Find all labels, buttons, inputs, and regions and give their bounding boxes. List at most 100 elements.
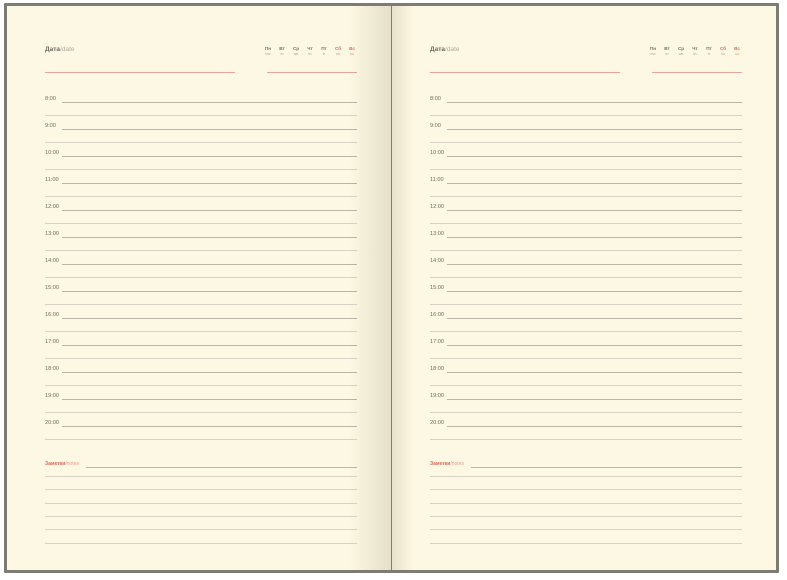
weekday-en: th	[693, 52, 697, 56]
time-label: 8:00	[45, 96, 56, 102]
time-slot-line	[447, 183, 742, 184]
date-label: Дата/date	[430, 46, 460, 53]
time-slot-line	[62, 156, 357, 157]
time-slot[interactable]: 20:00	[45, 418, 357, 440]
time-slot[interactable]: 16:00	[430, 310, 742, 332]
time-label: 12:00	[430, 204, 444, 210]
weekday-fr[interactable]: Пт fr	[319, 46, 329, 57]
notes-line[interactable]	[430, 476, 742, 477]
notes-label-ru: Заметки	[45, 461, 66, 467]
weekday-we[interactable]: Ср we	[676, 46, 686, 57]
weekday-th[interactable]: Чт th	[690, 46, 700, 57]
time-slot[interactable]: 11:00	[45, 175, 357, 197]
weekday-selector: Пн mo Вт tu Ср we Чт th Пт fr Сб sa Вс su	[263, 46, 357, 57]
time-slot-subline	[430, 385, 742, 386]
time-slot-line	[447, 426, 742, 427]
time-slot[interactable]: 19:00	[430, 391, 742, 413]
notes-line[interactable]	[45, 529, 357, 531]
time-label: 9:00	[45, 123, 56, 129]
time-slot[interactable]: 8:00	[430, 94, 742, 116]
time-label: 9:00	[430, 123, 441, 129]
weekday-ru: Сб	[334, 46, 342, 51]
weekday-ru: Вс	[734, 46, 740, 51]
date-field-line[interactable]	[430, 72, 620, 73]
weekday-tu[interactable]: Вт tu	[277, 46, 287, 57]
time-slot-line	[62, 210, 357, 211]
weekday-sa[interactable]: Сб sa	[333, 46, 343, 57]
time-slot-subline	[45, 223, 357, 224]
time-label: 15:00	[430, 285, 444, 291]
notes-line[interactable]	[45, 515, 357, 517]
time-slot[interactable]: 17:00	[45, 337, 357, 359]
time-slot-line	[62, 399, 357, 400]
weekday-en: mo	[650, 52, 656, 56]
weekday-field-line[interactable]	[652, 72, 742, 73]
time-slot[interactable]: 20:00	[430, 418, 742, 440]
time-slot[interactable]: 16:00	[45, 310, 357, 332]
weekday-ru: Вс	[349, 46, 355, 51]
time-slot[interactable]: 15:00	[430, 283, 742, 305]
notes-line[interactable]	[430, 515, 742, 517]
time-slot-subline	[45, 331, 357, 332]
date-field-line[interactable]	[45, 72, 235, 73]
weekday-we[interactable]: Ср we	[291, 46, 301, 57]
time-slot-line	[447, 156, 742, 157]
weekday-su[interactable]: Вс su	[347, 46, 357, 57]
notes-line[interactable]	[45, 542, 357, 544]
weekday-su[interactable]: Вс su	[732, 46, 742, 57]
weekday-tu[interactable]: Вт tu	[662, 46, 672, 57]
time-label: 13:00	[430, 231, 444, 237]
notes-line[interactable]	[45, 502, 357, 504]
time-label: 18:00	[430, 366, 444, 372]
time-slot[interactable]: 8:00	[45, 94, 357, 116]
weekday-th[interactable]: Чт th	[305, 46, 315, 57]
notes-line[interactable]	[430, 529, 742, 531]
time-slot[interactable]: 17:00	[430, 337, 742, 359]
time-slot[interactable]: 10:00	[45, 148, 357, 170]
time-slot-subline	[430, 412, 742, 413]
time-slot-line	[62, 129, 357, 130]
time-slot[interactable]: 14:00	[430, 256, 742, 278]
time-slot-subline	[430, 250, 742, 251]
date-label-en: date	[61, 46, 75, 53]
time-slot[interactable]: 9:00	[430, 121, 742, 143]
time-slot[interactable]: 12:00	[430, 202, 742, 224]
time-slot[interactable]: 10:00	[430, 148, 742, 170]
weekday-mo[interactable]: Пн mo	[263, 46, 273, 57]
time-label: 11:00	[45, 177, 59, 183]
notes-line[interactable]	[430, 542, 742, 544]
weekday-ru: Чт	[307, 46, 313, 51]
notes-line[interactable]	[45, 489, 357, 491]
time-slot[interactable]: 9:00	[45, 121, 357, 143]
time-slot[interactable]: 19:00	[45, 391, 357, 413]
notes-line[interactable]	[430, 502, 742, 504]
time-slot-subline	[45, 358, 357, 359]
notes-label-ru: Заметки	[430, 461, 451, 467]
time-label: 19:00	[430, 393, 444, 399]
time-slot[interactable]: 13:00	[45, 229, 357, 251]
time-slot[interactable]: 12:00	[45, 202, 357, 224]
time-slot[interactable]: 18:00	[45, 364, 357, 386]
time-slot-subline	[430, 223, 742, 224]
notes-line[interactable]	[430, 489, 742, 491]
time-slot-subline	[430, 142, 742, 143]
weekday-ru: Пн	[649, 46, 657, 51]
time-slot[interactable]: 15:00	[45, 283, 357, 305]
time-slot[interactable]: 14:00	[45, 256, 357, 278]
weekday-ru: Вт	[664, 46, 670, 51]
time-label: 14:00	[430, 258, 444, 264]
weekday-sa[interactable]: Сб sa	[718, 46, 728, 57]
time-slot-subline	[45, 439, 357, 440]
time-slot-subline	[45, 115, 357, 116]
time-slot-subline	[430, 115, 742, 116]
date-label-en: date	[446, 46, 460, 53]
time-slot-subline	[430, 196, 742, 197]
weekday-mo[interactable]: Пн mo	[648, 46, 658, 57]
time-slot[interactable]: 18:00	[430, 364, 742, 386]
time-slot-subline	[45, 250, 357, 251]
weekday-fr[interactable]: Пт fr	[704, 46, 714, 57]
weekday-field-line[interactable]	[267, 72, 357, 73]
notes-line[interactable]	[45, 476, 357, 477]
time-slot[interactable]: 11:00	[430, 175, 742, 197]
time-slot[interactable]: 13:00	[430, 229, 742, 251]
